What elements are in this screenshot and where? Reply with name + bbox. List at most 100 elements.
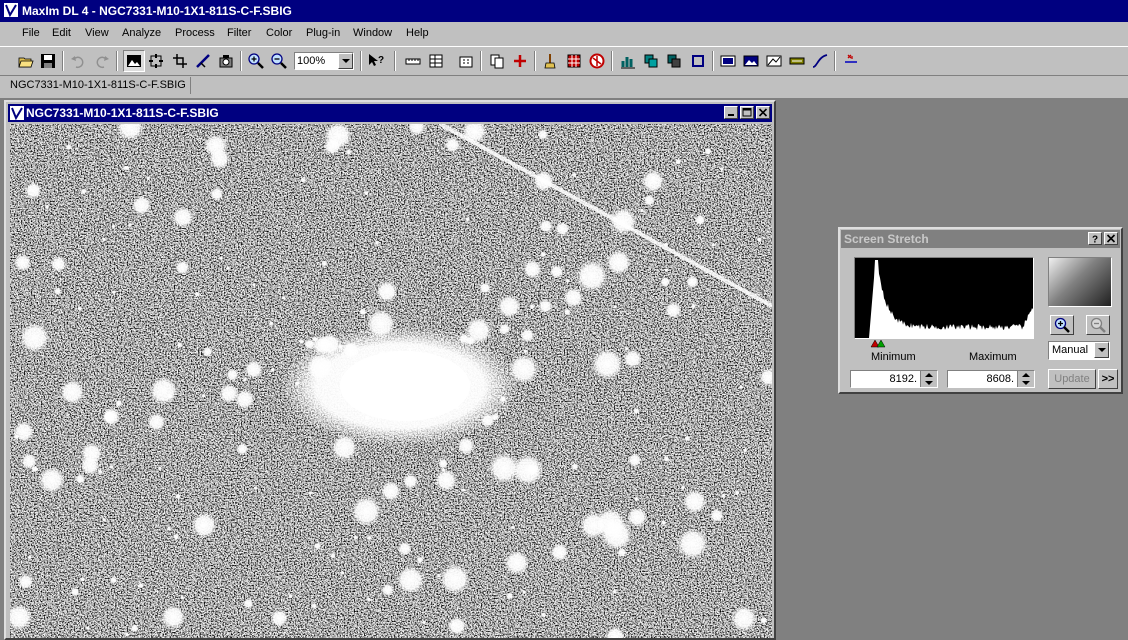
menu-window[interactable]: Window [353, 27, 392, 39]
tab-ngc7331-image[interactable]: NGC7331-M10-1X1-811S-C-F.SBIG [6, 77, 191, 94]
close-button[interactable] [756, 106, 770, 119]
stop-button[interactable] [587, 51, 607, 71]
chevron-down-icon[interactable] [1094, 342, 1109, 358]
save-button[interactable] [38, 51, 58, 71]
maximum-input[interactable]: 8608. [947, 370, 1035, 388]
star [710, 508, 724, 523]
chevron-down-icon[interactable] [338, 53, 353, 69]
star [146, 176, 151, 181]
astro-image-canvas[interactable] [10, 124, 772, 638]
star [403, 473, 418, 489]
min-max-slider-markers[interactable] [870, 339, 888, 348]
menu-view[interactable]: View [85, 27, 109, 39]
toolbar-separator [240, 51, 242, 71]
context-help-button[interactable]: ? [366, 51, 386, 71]
image-view-button[interactable] [741, 51, 761, 71]
star [268, 321, 274, 326]
camera-control-button[interactable] [216, 51, 236, 71]
star [538, 299, 553, 314]
stretch-mode-select[interactable]: Manual [1048, 341, 1110, 360]
zoom-out-button[interactable] [269, 51, 289, 71]
star-field-image[interactable] [10, 124, 772, 638]
menu-analyze[interactable]: Analyze [122, 27, 161, 39]
star [408, 347, 412, 352]
star [85, 626, 90, 631]
maxim-app-icon[interactable] [10, 106, 24, 120]
screen-stretch-button[interactable] [123, 50, 145, 72]
toolbar-separator [611, 51, 613, 71]
minimize-button[interactable] [724, 106, 738, 119]
help-pointer-icon: ? [369, 54, 384, 66]
menu-color[interactable]: Color [266, 27, 292, 39]
select-box-button[interactable] [688, 51, 708, 71]
menu-process[interactable]: Process [175, 27, 215, 39]
maximum-spinner[interactable] [1017, 371, 1034, 387]
maximize-button[interactable] [740, 106, 754, 119]
star [306, 353, 334, 381]
star [488, 452, 520, 484]
star [682, 489, 707, 514]
align-button[interactable] [641, 51, 661, 71]
telescope-button[interactable] [193, 51, 213, 71]
information-button[interactable] [426, 51, 446, 71]
star [351, 496, 382, 527]
zoom-in-button[interactable] [246, 51, 266, 71]
image-window-title-bar[interactable]: NGC7331-M10-1X1-811S-C-F.SBIG [8, 104, 772, 122]
zoom-out-button[interactable] [1086, 315, 1110, 335]
menu-file[interactable]: File [22, 27, 40, 39]
minimum-spinner[interactable] [920, 371, 937, 387]
curves-button[interactable] [810, 51, 830, 71]
star [711, 242, 716, 247]
add-button[interactable] [510, 51, 530, 71]
zoom-level-select[interactable]: 100% [294, 52, 354, 70]
window-button[interactable] [718, 51, 738, 71]
broom-button[interactable] [540, 51, 560, 71]
star [721, 493, 726, 498]
star [364, 415, 370, 421]
filter-kernel-button[interactable] [564, 51, 584, 71]
star [366, 535, 372, 541]
star [147, 413, 166, 432]
star [191, 512, 217, 539]
star-marker-button[interactable] [841, 51, 861, 71]
redo-button[interactable] [92, 51, 112, 71]
screen-stretch-title: Screen Stretch [844, 232, 929, 246]
histogram-button[interactable] [618, 51, 638, 71]
star [550, 264, 564, 279]
expand-button[interactable]: >> [1098, 369, 1118, 389]
update-button[interactable]: Update [1048, 369, 1096, 389]
combine-button[interactable] [664, 51, 684, 71]
full-screen-button[interactable] [146, 51, 166, 71]
ruler-button[interactable] [403, 51, 423, 71]
star [455, 405, 460, 410]
undo-button[interactable] [68, 51, 88, 71]
histogram-display[interactable] [854, 257, 1034, 339]
star [304, 338, 315, 350]
line-profile-button[interactable] [787, 51, 807, 71]
star [377, 350, 389, 362]
help-button[interactable]: ? [1088, 232, 1102, 245]
close-button[interactable] [1104, 232, 1118, 245]
menu-filter[interactable]: Filter [227, 27, 251, 39]
star [421, 620, 426, 625]
menu-plug-in[interactable]: Plug-in [306, 27, 340, 39]
zoom-in-button[interactable] [1050, 315, 1074, 335]
menu-help[interactable]: Help [406, 27, 429, 39]
crosshair-marker-icon [845, 54, 857, 63]
graph-window-button[interactable] [764, 51, 784, 71]
help-icon: ? [1092, 235, 1098, 244]
duplicate-button[interactable] [487, 51, 507, 71]
screen-stretch-title-bar[interactable]: Screen Stretch ? [841, 230, 1120, 248]
menu-edit[interactable]: Edit [52, 27, 71, 39]
star [226, 368, 239, 381]
crop-button[interactable] [170, 51, 190, 71]
minimum-input[interactable]: 8192. [850, 370, 938, 388]
star [149, 376, 178, 406]
process-button[interactable] [456, 51, 476, 71]
star [571, 172, 577, 178]
maxim-app-icon[interactable] [4, 3, 18, 17]
star [167, 526, 172, 531]
star [511, 525, 516, 530]
star [243, 598, 254, 609]
open-file-button[interactable] [16, 51, 36, 71]
